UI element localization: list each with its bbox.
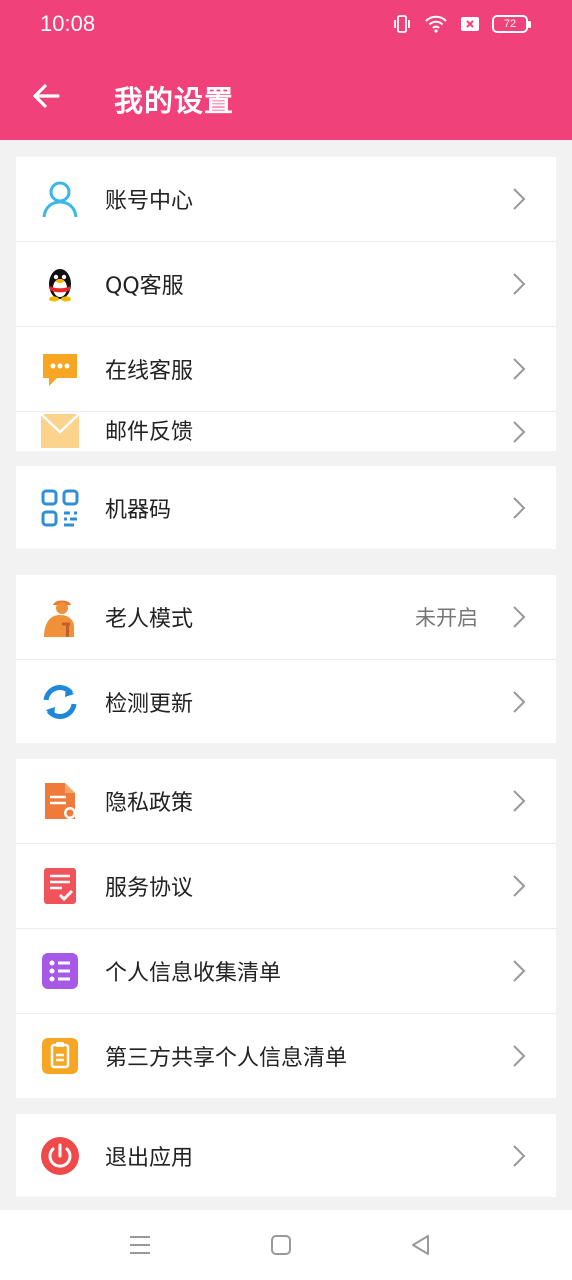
row-label: 个人信息收集清单 [105, 961, 282, 986]
elder-icon [44, 600, 74, 637]
chevron-right-icon [513, 960, 526, 982]
chevron-right-icon [513, 496, 526, 519]
row-third-party-list[interactable]: 第三方共享个人信息清单 [16, 1014, 556, 1098]
refresh-icon [43, 684, 77, 719]
chevron-right-icon [513, 875, 526, 897]
chevron-right-icon [513, 188, 526, 210]
row-personal-info-list[interactable]: 个人信息收集清单 [16, 929, 556, 1014]
wifi-icon [425, 15, 447, 33]
chevron-right-icon [513, 358, 526, 380]
row-label: 隐私政策 [105, 791, 194, 816]
elder-mode-status: 未开启 [415, 606, 478, 630]
chevron-right-icon [513, 690, 526, 713]
row-label: 在线客服 [105, 359, 194, 384]
settings-group-device: 机器码 [16, 466, 556, 549]
row-mail-feedback[interactable]: 邮件反馈 [16, 412, 556, 451]
chevron-right-icon [513, 1045, 526, 1067]
chevron-right-icon [513, 1144, 526, 1167]
home-icon[interactable] [268, 1232, 294, 1258]
privacy-doc-icon [45, 783, 76, 819]
row-label: 邮件反馈 [105, 420, 194, 445]
row-account-center[interactable]: 账号中心 [16, 157, 556, 242]
battery-level: 72 [503, 18, 517, 30]
no-sim-icon [461, 17, 479, 31]
chevron-right-icon [513, 273, 526, 295]
list-icon [42, 953, 78, 989]
status-icons: 72 [392, 14, 531, 34]
app-header: 10:08 72 我的设置 [0, 0, 572, 140]
row-check-update[interactable]: 检测更新 [16, 660, 556, 743]
power-icon [41, 1136, 79, 1175]
battery-indicator: 72 [492, 15, 531, 33]
row-privacy-policy[interactable]: 隐私政策 [16, 759, 556, 844]
agreement-icon [44, 868, 76, 904]
mail-icon [40, 413, 80, 448]
qr-code-icon [41, 489, 79, 526]
settings-group-legal: 隐私政策 服务协议 个人信息收集清单 第三方共享个人信息清单 [16, 759, 556, 1098]
row-label: 退出应用 [105, 1145, 194, 1171]
clipboard-icon [42, 1038, 78, 1074]
row-label: 老人模式 [105, 607, 194, 632]
chevron-right-icon [513, 606, 526, 628]
row-label: 服务协议 [105, 876, 194, 901]
row-elder-mode[interactable]: 老人模式 未开启 [16, 575, 556, 660]
row-machine-code[interactable]: 机器码 [16, 466, 556, 549]
status-time: 10:08 [40, 11, 96, 36]
chevron-right-icon [513, 790, 526, 812]
back-arrow-icon[interactable] [28, 78, 64, 114]
settings-group-support: 账号中心 QQ客服 在线客服 邮件反馈 [16, 157, 556, 451]
row-online-service[interactable]: 在线客服 [16, 327, 556, 412]
row-label: 第三方共享个人信息清单 [105, 1046, 348, 1071]
page-title: 我的设置 [114, 84, 235, 118]
chat-bubble-icon [43, 354, 77, 386]
menu-icon[interactable] [127, 1232, 153, 1258]
row-qq-service[interactable]: QQ客服 [16, 242, 556, 327]
settings-group-exit: 退出应用 [16, 1114, 556, 1197]
row-label: 机器码 [105, 497, 172, 523]
row-label: 账号中心 [105, 189, 194, 214]
row-exit-app[interactable]: 退出应用 [16, 1114, 556, 1197]
user-icon [42, 181, 78, 218]
row-service-agreement[interactable]: 服务协议 [16, 844, 556, 929]
settings-group-mode: 老人模式 未开启 检测更新 [16, 575, 556, 743]
status-bar: 10:08 72 [0, 0, 572, 50]
row-label: 检测更新 [105, 691, 194, 717]
vibrate-icon [394, 15, 410, 33]
back-triangle-icon[interactable] [408, 1232, 434, 1258]
system-nav-bar [0, 1210, 572, 1280]
qq-penguin-icon [49, 269, 71, 302]
row-label: QQ客服 [105, 274, 184, 299]
chevron-right-icon [513, 421, 526, 443]
